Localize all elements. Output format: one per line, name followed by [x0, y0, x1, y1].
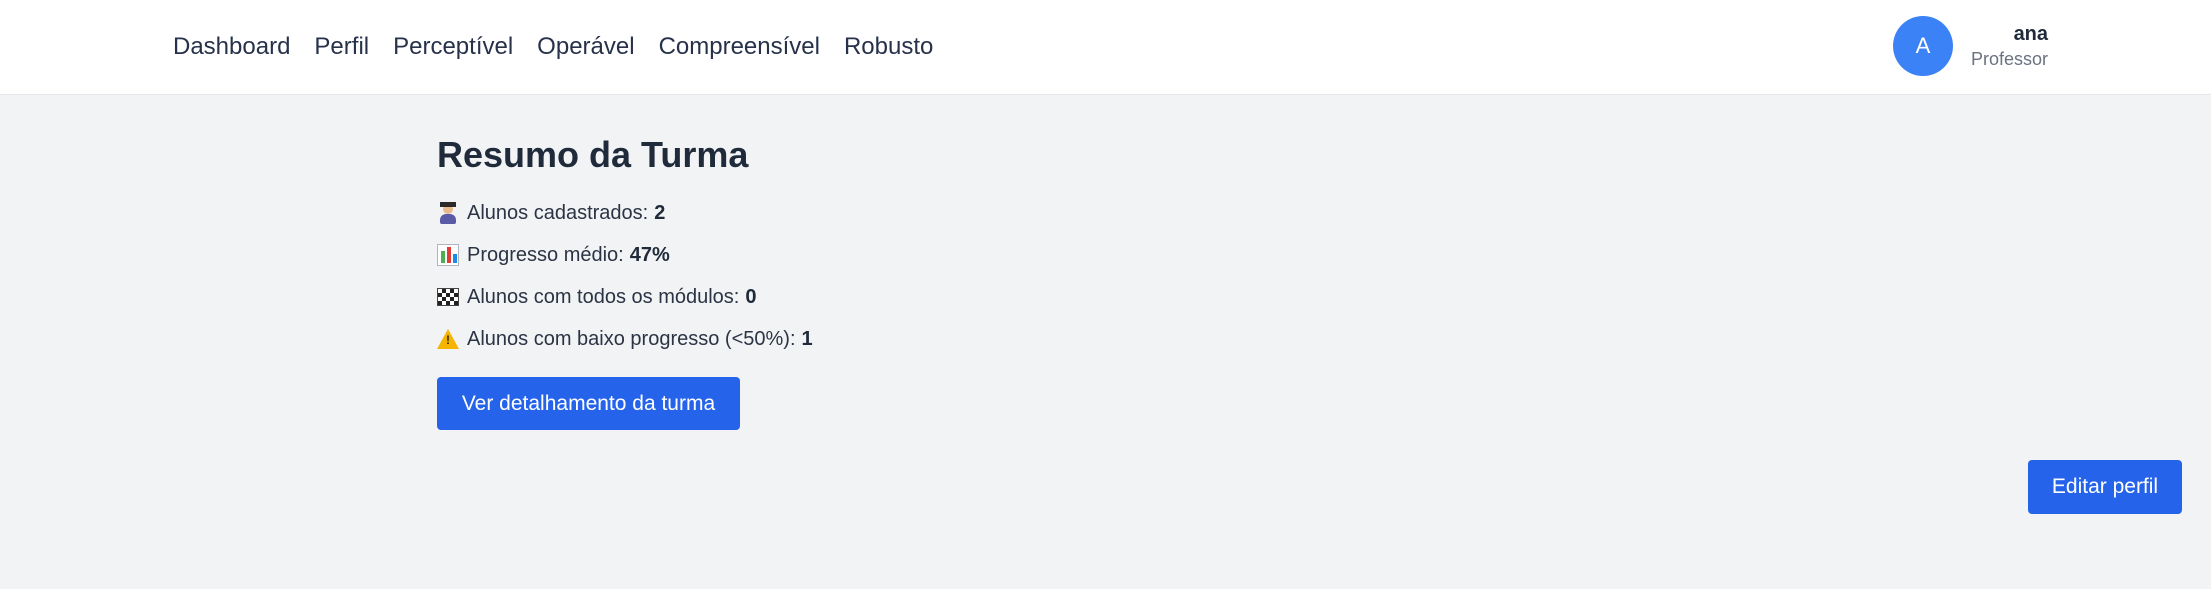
stat-value: 47% — [629, 244, 670, 266]
student-icon — [437, 202, 459, 224]
top-navbar: Dashboard Perfil Perceptível Operável Co… — [0, 0, 2211, 95]
bar-chart-icon — [437, 244, 459, 266]
user-role: Professor — [1971, 49, 2049, 69]
user-name: ana — [2013, 23, 2049, 45]
main-nav: Dashboard Perfil Perceptível Operável Co… — [173, 0, 933, 94]
avatar[interactable]: A — [1893, 16, 1953, 76]
stat-label: Alunos cadastrados: — [467, 202, 649, 224]
user-menu[interactable]: A ana Professor — [1893, 16, 2048, 76]
stat-low-progress: ! Alunos com baixo progresso (<50%): 1 — [437, 318, 813, 360]
nav-link-perceptivel[interactable]: Perceptível — [393, 33, 513, 61]
stat-all-modules: Alunos com todos os módulos: 0 — [437, 276, 813, 318]
stat-students-registered: Alunos cadastrados: 2 — [437, 192, 813, 234]
edit-profile-button[interactable]: Editar perfil — [2028, 460, 2182, 514]
stat-label: Progresso médio: — [467, 244, 624, 266]
user-info: ana Professor — [1971, 21, 2048, 71]
stat-value: 0 — [745, 286, 757, 308]
nav-link-operavel[interactable]: Operável — [537, 33, 634, 61]
stat-label: Alunos com todos os módulos: — [467, 286, 740, 308]
stat-label: Alunos com baixo progresso (<50%): — [467, 328, 796, 350]
stat-average-progress: Progresso médio: 47% — [437, 234, 813, 276]
nav-link-perfil[interactable]: Perfil — [314, 33, 369, 61]
nav-link-compreensivel[interactable]: Compreensível — [659, 33, 820, 61]
checkered-flag-icon — [437, 288, 459, 306]
nav-link-robusto[interactable]: Robusto — [844, 33, 933, 61]
stat-value: 2 — [654, 202, 666, 224]
stat-value: 1 — [801, 328, 813, 350]
warning-icon: ! — [437, 329, 459, 349]
page-title: Resumo da Turma — [437, 134, 749, 175]
nav-link-dashboard[interactable]: Dashboard — [173, 33, 290, 61]
view-class-details-button[interactable]: Ver detalhamento da turma — [437, 377, 740, 430]
class-summary: Resumo da Turma Alunos cadastrados: 2 Pr… — [437, 130, 813, 430]
